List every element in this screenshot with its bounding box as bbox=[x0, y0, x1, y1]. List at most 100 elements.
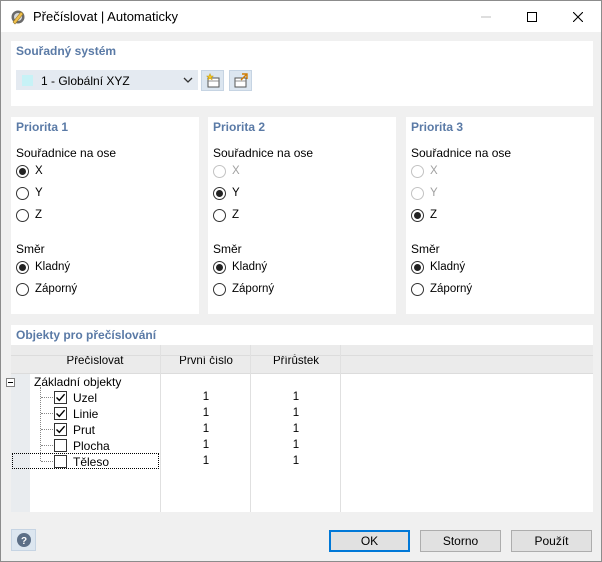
edit-coordinate-system-button[interactable] bbox=[229, 70, 252, 91]
axis-z-label: Z bbox=[430, 209, 438, 221]
help-button[interactable]: ? bbox=[11, 529, 36, 551]
column-header-renumber[interactable]: Přečíslovat bbox=[30, 355, 160, 367]
row-label: Linie bbox=[73, 407, 99, 421]
column-header-increment[interactable]: Přírůstek bbox=[251, 355, 341, 367]
coordinate-system-select[interactable]: 1 - Globální XYZ bbox=[16, 70, 198, 90]
axis-y-label: Y bbox=[430, 187, 438, 199]
coordinate-system-title: Souřadný systém bbox=[16, 44, 117, 58]
axis-z-radio[interactable] bbox=[411, 209, 424, 222]
maximize-icon bbox=[527, 11, 537, 22]
axis-y-radio[interactable] bbox=[213, 187, 226, 200]
direction-negative-radio[interactable] bbox=[213, 283, 226, 296]
focused-row-outline bbox=[12, 453, 159, 469]
row-first-number[interactable]: 1 bbox=[161, 455, 251, 467]
new-coordinate-system-icon bbox=[205, 72, 219, 87]
edit-coordinate-system-icon bbox=[234, 72, 248, 87]
close-button[interactable] bbox=[555, 1, 601, 32]
direction-negative-label: Záporný bbox=[35, 283, 78, 295]
axis-z-radio[interactable] bbox=[213, 209, 226, 222]
renumber-dialog: Přečíslovat | Automaticky Souřadný systé… bbox=[0, 0, 602, 562]
row-first-number[interactable]: 1 bbox=[161, 423, 251, 435]
axis-x-radio[interactable] bbox=[16, 165, 29, 178]
tree-connector bbox=[41, 445, 53, 446]
axis-x-label: X bbox=[430, 165, 438, 177]
objects-title: Objekty pro přečíslování bbox=[16, 328, 157, 342]
column-header-first-number[interactable]: První číslo bbox=[161, 355, 251, 367]
minimize-icon bbox=[481, 16, 491, 17]
direction-positive-label: Kladný bbox=[35, 261, 71, 273]
help-icon: ? bbox=[16, 533, 31, 547]
row-increment[interactable]: 1 bbox=[251, 455, 341, 467]
coordinate-system-panel: Souřadný systém 1 - Globální XYZ bbox=[11, 41, 593, 106]
row-increment[interactable]: 1 bbox=[251, 423, 341, 435]
axis-z-radio[interactable] bbox=[16, 209, 29, 222]
row-label: Plocha bbox=[73, 439, 110, 453]
direction-positive-radio[interactable] bbox=[16, 261, 29, 274]
row-increment[interactable]: 1 bbox=[251, 407, 341, 419]
close-icon bbox=[573, 11, 583, 22]
axis-group-label: Souřadnice na ose bbox=[213, 146, 314, 160]
axis-y-radio[interactable] bbox=[16, 187, 29, 200]
axis-x-label: X bbox=[232, 165, 240, 177]
priority-panel-3: Priorita 3 Souřadnice na ose X Y Z Směr Kladný… bbox=[406, 117, 594, 314]
ok-button[interactable]: OK bbox=[329, 530, 410, 552]
direction-negative-label: Záporný bbox=[232, 283, 275, 295]
direction-group-label: Směr bbox=[411, 242, 440, 256]
priority-title: Priorita 1 bbox=[16, 120, 69, 134]
axis-group-label: Souřadnice na ose bbox=[16, 146, 117, 160]
collapse-toggle-icon[interactable] bbox=[6, 378, 15, 387]
direction-positive-radio[interactable] bbox=[213, 261, 226, 274]
axis-z-label: Z bbox=[35, 209, 43, 221]
priority-panel-1: Priorita 1 Souřadnice na ose X Y Z Směr Kladný… bbox=[11, 117, 199, 314]
direction-group-label: Směr bbox=[213, 242, 242, 256]
table-header: Přečíslovat První číslo Přírůstek bbox=[11, 345, 593, 373]
check-icon bbox=[56, 393, 66, 402]
axis-x-radio bbox=[411, 165, 424, 178]
header-top-line bbox=[11, 355, 593, 356]
maximize-button[interactable] bbox=[509, 1, 555, 32]
axis-y-label: Y bbox=[232, 187, 240, 199]
priority-title: Priorita 2 bbox=[213, 120, 266, 134]
app-icon bbox=[11, 10, 25, 25]
check-icon bbox=[56, 409, 66, 418]
tree-connector bbox=[41, 413, 53, 414]
row-increment[interactable]: 1 bbox=[251, 439, 341, 451]
new-coordinate-system-button[interactable] bbox=[201, 70, 224, 91]
direction-positive-radio[interactable] bbox=[411, 261, 424, 274]
tree-connector bbox=[41, 429, 53, 430]
cancel-button[interactable]: Storno bbox=[420, 530, 501, 552]
row-label: Prut bbox=[73, 423, 96, 437]
tree-connector bbox=[41, 397, 53, 398]
row-first-number[interactable]: 1 bbox=[161, 407, 251, 419]
row-checkbox-prut[interactable] bbox=[54, 423, 67, 436]
axis-x-radio bbox=[213, 165, 226, 178]
svg-text:?: ? bbox=[20, 536, 26, 547]
coordinate-system-value: 1 - Globální XYZ bbox=[41, 74, 130, 88]
axis-z-label: Z bbox=[232, 209, 240, 221]
axis-x-label: X bbox=[35, 165, 43, 177]
apply-button[interactable]: Použít bbox=[511, 530, 592, 552]
row-increment[interactable]: 1 bbox=[251, 391, 341, 403]
priority-panel-2: Priorita 2 Souřadnice na ose X Y Z Směr Kladný… bbox=[208, 117, 396, 314]
direction-negative-radio[interactable] bbox=[411, 283, 424, 296]
minimize-button[interactable] bbox=[463, 1, 509, 32]
row-first-number[interactable]: 1 bbox=[161, 391, 251, 403]
direction-negative-label: Záporný bbox=[430, 283, 473, 295]
window-title: Přečíslovat | Automaticky bbox=[33, 9, 178, 24]
direction-positive-label: Kladný bbox=[430, 261, 466, 273]
chevron-down-icon bbox=[183, 77, 193, 83]
coordinate-system-color-swatch bbox=[22, 75, 33, 86]
row-first-number[interactable]: 1 bbox=[161, 439, 251, 451]
row-checkbox-uzel[interactable] bbox=[54, 391, 67, 404]
axis-y-label: Y bbox=[35, 187, 43, 199]
axis-y-radio bbox=[411, 187, 424, 200]
row-checkbox-linie[interactable] bbox=[54, 407, 67, 420]
direction-negative-radio[interactable] bbox=[16, 283, 29, 296]
direction-group-label: Směr bbox=[16, 242, 45, 256]
priority-title: Priorita 3 bbox=[411, 120, 464, 134]
objects-panel-header: Objekty pro přečíslování bbox=[11, 325, 593, 345]
tree-connector-line bbox=[40, 387, 41, 461]
header-bottom-line bbox=[11, 373, 593, 374]
row-checkbox-plocha[interactable] bbox=[54, 439, 67, 452]
axis-group-label: Souřadnice na ose bbox=[411, 146, 512, 160]
